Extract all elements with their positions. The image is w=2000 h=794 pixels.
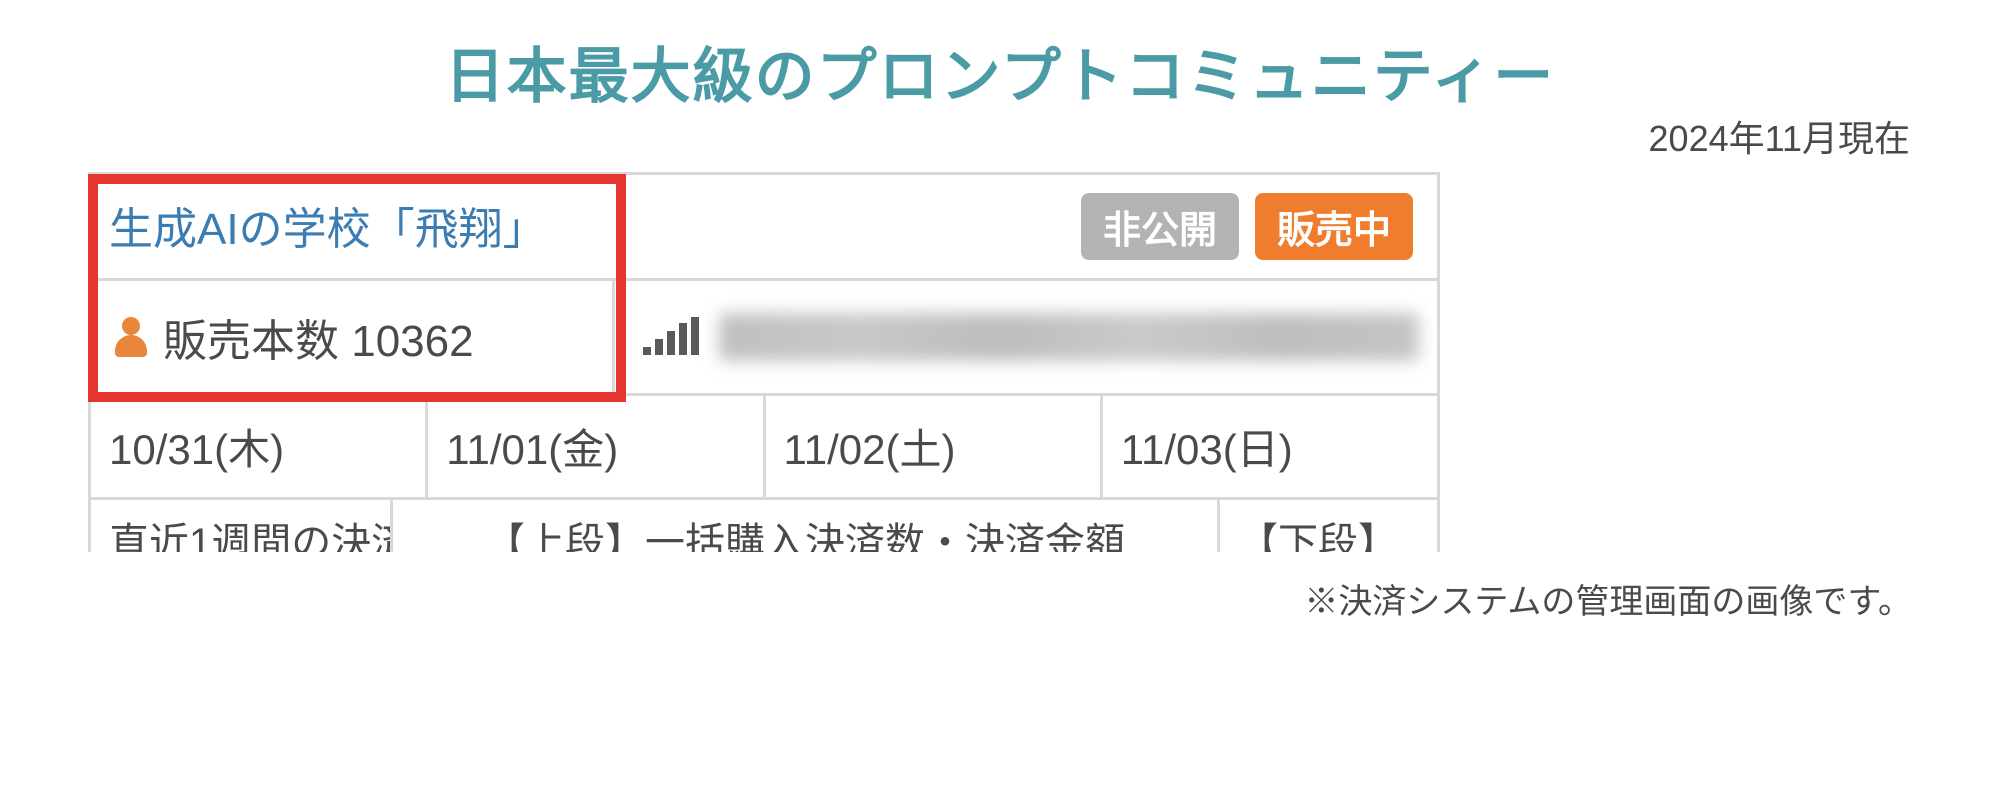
date-row: 10/31(木) 11/01(金) 11/02(土) 11/03(日) [91,396,1437,500]
date-cell: 10/31(木) [91,396,428,497]
bottom-row: 直近1週間の決済 【上段】一括購入決済数・決済金額 【下段】 [91,500,1437,552]
bottom-right-label: 【下段】 [1217,500,1437,552]
badge-group: 非公開 販売中 [1081,193,1413,260]
date-note: 2024年11月現在 [1649,110,1910,162]
page-title: 日本最大級のプロンプトコミュニティー [0,0,2000,115]
bottom-mid-label: 【上段】一括購入決済数・決済金額 [393,500,1217,552]
blurred-revenue-value [719,313,1419,361]
panel-header: 生成AIの学校「飛翔」 非公開 販売中 [91,175,1437,281]
date-cell: 11/01(金) [428,396,765,497]
product-title-link[interactable]: 生成AIの学校「飛翔」 [109,193,547,257]
person-icon [113,317,149,357]
date-cell: 11/03(日) [1103,396,1437,497]
footnote: ※決済システムの管理画面の画像です。 [1304,574,1912,623]
on-sale-badge: 販売中 [1255,193,1413,260]
private-badge: 非公開 [1081,193,1239,260]
sales-label: 販売本数 10362 [163,305,474,369]
dashboard-panel: 生成AIの学校「飛翔」 非公開 販売中 販売本数 10362 10/31(木) … [88,172,1440,552]
date-cell: 11/02(土) [766,396,1103,497]
stats-row: 販売本数 10362 [91,281,1437,396]
bottom-left-label: 直近1週間の決済 [91,500,393,552]
sales-count-cell: 販売本数 10362 [91,281,615,393]
revenue-cell [615,281,1437,393]
signal-icon [643,319,699,355]
